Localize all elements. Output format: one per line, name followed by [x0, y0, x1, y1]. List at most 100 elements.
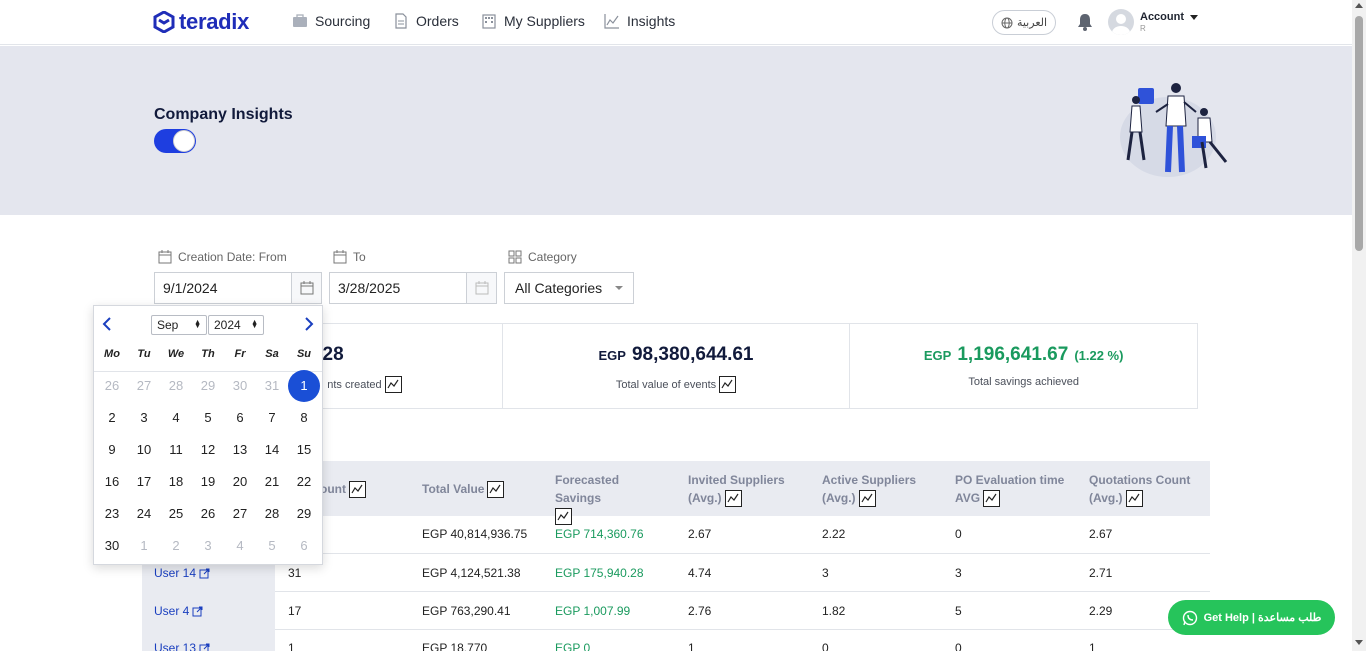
chevron-left-icon[interactable] [100, 316, 114, 332]
calendar-day[interactable]: 8 [288, 402, 320, 434]
table-cell-invited: 2.76 [688, 604, 712, 618]
line-chart-icon[interactable] [719, 376, 737, 393]
scroll-down-icon[interactable] [1355, 640, 1363, 645]
table-cell-count: 1 [288, 641, 295, 651]
year-select[interactable]: 2024 ▲ ▼ [208, 315, 264, 335]
calendar-day[interactable]: 22 [288, 466, 320, 498]
table-cell-po: 3 [955, 566, 962, 580]
get-help-button[interactable]: Get Help | طلب مساعدة [1168, 600, 1335, 635]
calendar-day[interactable]: 1 [128, 530, 160, 562]
scrollbar-thumb[interactable] [1355, 16, 1363, 251]
calendar-day[interactable]: 30 [224, 370, 256, 402]
line-chart-icon[interactable] [858, 490, 876, 508]
notifications-bell-icon[interactable] [1075, 12, 1095, 32]
chevron-right-icon[interactable] [302, 316, 316, 332]
line-chart-icon[interactable] [349, 480, 366, 498]
calendar-day[interactable]: 5 [256, 530, 288, 562]
calendar-day[interactable]: 18 [160, 466, 192, 498]
row-divider [275, 629, 1210, 630]
calendar-day[interactable]: 26 [192, 498, 224, 530]
calendar-day[interactable]: 12 [192, 434, 224, 466]
to-date-calendar-button[interactable] [466, 273, 496, 303]
from-date-input[interactable]: 9/1/2024 [154, 272, 322, 304]
stat-events-label: nts created [327, 378, 382, 391]
calendar-day[interactable]: 23 [96, 498, 128, 530]
calendar-day[interactable]: 19 [192, 466, 224, 498]
from-date-label: Creation Date: From [158, 250, 287, 264]
calendar-day[interactable]: 11 [160, 434, 192, 466]
external-link-icon [192, 606, 203, 616]
calendar-day[interactable]: 28 [160, 370, 192, 402]
year-select-value: 2024 [214, 318, 241, 332]
calendar-day[interactable]: 10 [128, 434, 160, 466]
calendar-day[interactable]: 3 [192, 530, 224, 562]
team-illustration-icon [1120, 83, 1228, 177]
category-select[interactable]: All Categories [504, 272, 634, 304]
calendar-day[interactable]: 13 [224, 434, 256, 466]
calendar-day[interactable]: 7 [256, 402, 288, 434]
calendar-day[interactable]: 29 [288, 498, 320, 530]
teradix-logo[interactable]: teradix [153, 9, 249, 35]
calendar-day[interactable]: 1 [288, 370, 320, 402]
th-po-evaluation-label: PO Evaluation time AVG [955, 473, 1065, 505]
briefcase-icon [293, 14, 307, 27]
calendar-day[interactable]: 21 [256, 466, 288, 498]
avatar[interactable] [1108, 9, 1134, 35]
user-link[interactable]: User 13 [154, 641, 210, 651]
calendar-day[interactable]: 4 [224, 530, 256, 562]
calendar-day[interactable]: 6 [224, 402, 256, 434]
to-date-value[interactable]: 3/28/2025 [330, 280, 466, 296]
calendar-day[interactable]: 27 [128, 370, 160, 402]
user-link[interactable]: User 14 [154, 566, 210, 580]
line-chart-icon[interactable] [983, 490, 1001, 508]
calendar-day[interactable]: 30 [96, 530, 128, 562]
month-select[interactable]: Sep ▲ ▼ [151, 315, 207, 335]
weekday-label: Fr [234, 348, 246, 360]
language-switch-button[interactable]: العربية [992, 10, 1056, 35]
line-chart-icon[interactable] [1125, 490, 1143, 508]
user-link[interactable]: User 4 [154, 604, 203, 618]
scroll-up-icon[interactable] [1355, 3, 1363, 8]
calendar-day[interactable]: 2 [96, 402, 128, 434]
calendar-day[interactable]: 4 [160, 402, 192, 434]
nav-my-suppliers[interactable]: My Suppliers [481, 13, 585, 29]
table-cell-po: 0 [955, 527, 962, 541]
calendar-day[interactable]: 14 [256, 434, 288, 466]
insights-toggle[interactable] [154, 129, 196, 153]
calendar-day[interactable]: 16 [96, 466, 128, 498]
line-chart-icon[interactable] [384, 376, 402, 393]
line-chart-icon[interactable] [555, 508, 572, 526]
calendar-day[interactable]: 31 [256, 370, 288, 402]
calendar-day[interactable]: 5 [192, 402, 224, 434]
table-cell-count: 17 [288, 604, 302, 618]
calendar-day[interactable]: 24 [128, 498, 160, 530]
account-menu[interactable]: Account [1140, 11, 1198, 23]
calendar-day[interactable]: 15 [288, 434, 320, 466]
calendar-day[interactable]: 27 [224, 498, 256, 530]
calendar-day[interactable]: 9 [96, 434, 128, 466]
from-date-calendar-button[interactable] [291, 273, 321, 303]
to-date-input[interactable]: 3/28/2025 [329, 272, 497, 304]
calendar-day[interactable]: 29 [192, 370, 224, 402]
nav-orders[interactable]: Orders [393, 13, 459, 29]
logo-mark-icon [153, 11, 175, 33]
calendar-day[interactable]: 6 [288, 530, 320, 562]
calendar-day[interactable]: 25 [160, 498, 192, 530]
stat-events-value: 28 [322, 344, 344, 365]
calendar-day[interactable]: 28 [256, 498, 288, 530]
nav-insights[interactable]: Insights [604, 13, 675, 29]
page-scrollbar[interactable] [1352, 0, 1366, 651]
line-chart-icon[interactable] [724, 490, 742, 508]
select-arrows-icon: ▲ ▼ [194, 319, 201, 330]
month-select-value: Sep [157, 318, 179, 332]
from-date-value[interactable]: 9/1/2024 [155, 280, 291, 296]
nav-sourcing[interactable]: Sourcing [292, 13, 370, 29]
calendar-day[interactable]: 26 [96, 370, 128, 402]
calendar-day[interactable]: 3 [128, 402, 160, 434]
calendar-day[interactable]: 17 [128, 466, 160, 498]
category-label: Category [508, 250, 577, 264]
calendar-day[interactable]: 2 [160, 530, 192, 562]
line-chart-icon[interactable] [487, 480, 505, 498]
calendar-day[interactable]: 20 [224, 466, 256, 498]
table-cell-quotes: 2.29 [1089, 604, 1113, 618]
